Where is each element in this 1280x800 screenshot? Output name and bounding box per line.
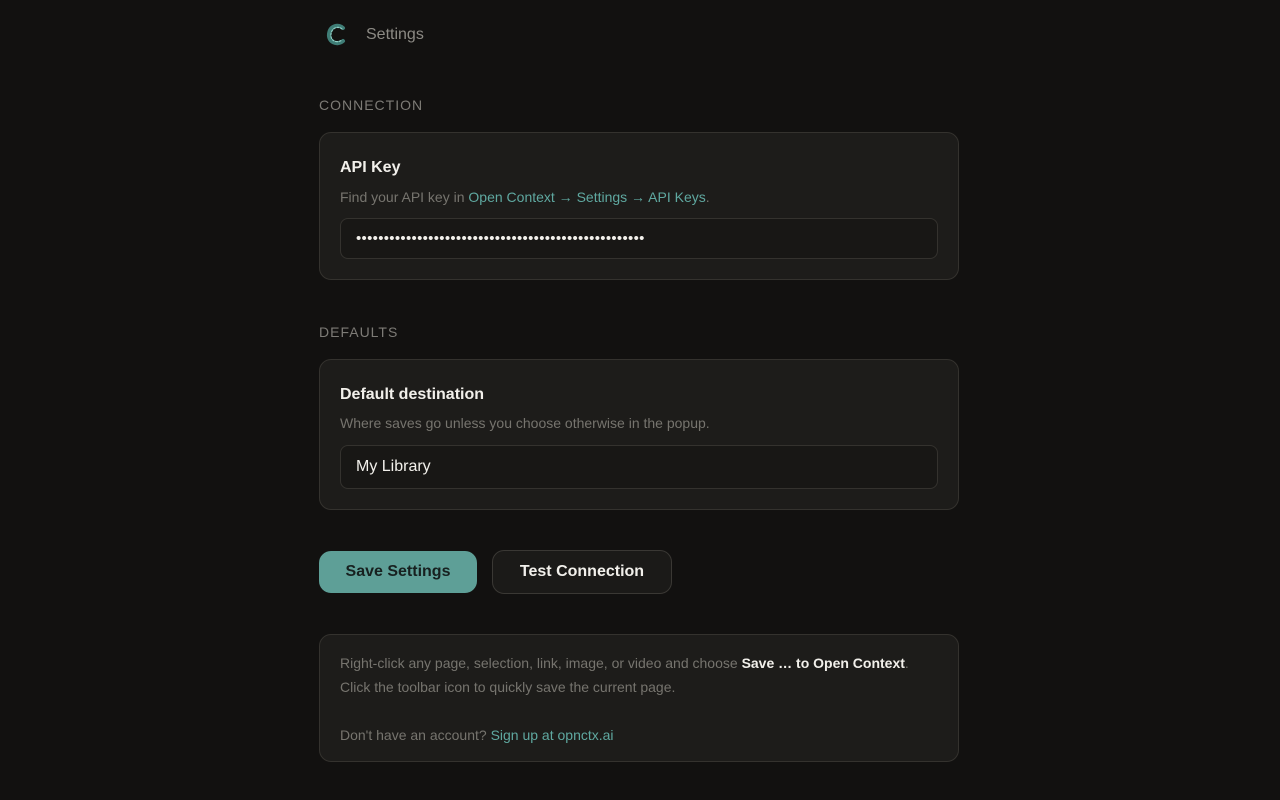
info-usage-bold: Save … to Open Context (741, 655, 905, 671)
api-key-desc-prefix: Find your API key in (340, 189, 469, 205)
test-connection-button[interactable]: Test Connection (492, 550, 672, 594)
save-settings-button[interactable]: Save Settings (319, 551, 477, 593)
defaults-section-label: DEFAULTS (319, 324, 399, 340)
default-destination-input[interactable]: My Library (340, 445, 938, 489)
default-destination-card: Default destination Where saves go unles… (319, 359, 959, 510)
api-key-desc-suffix: . (705, 189, 710, 205)
page-header: Settings (324, 22, 424, 48)
default-destination-title: Default destination (340, 386, 485, 403)
api-key-title: API Key (340, 159, 401, 176)
connection-section-label: CONNECTION (319, 97, 424, 113)
api-key-input[interactable]: ••••••••••••••••••••••••••••••••••••••••… (340, 218, 938, 259)
info-usage-text: Right-click any page, selection, link, i… (340, 651, 930, 699)
default-destination-description: Where saves go unless you choose otherwi… (340, 415, 710, 431)
info-signup-prefix: Don't have an account? (340, 727, 491, 743)
api-keys-link[interactable]: Open Context → Settings → API Keys (468, 189, 705, 205)
signup-link[interactable]: Sign up at opnctx.ai (491, 727, 614, 743)
page-title: Settings (366, 26, 424, 43)
api-key-description: Find your API key in Open Context → Sett… (340, 189, 710, 205)
open-context-logo-icon (324, 22, 350, 48)
api-key-card: API Key Find your API key in Open Contex… (319, 132, 959, 280)
info-card: Right-click any page, selection, link, i… (319, 634, 959, 762)
api-key-value: ••••••••••••••••••••••••••••••••••••••••… (356, 230, 645, 247)
info-usage-prefix: Right-click any page, selection, link, i… (340, 655, 742, 671)
default-destination-value: My Library (356, 458, 431, 475)
info-signup-text: Don't have an account? Sign up at opnctx… (340, 723, 930, 747)
